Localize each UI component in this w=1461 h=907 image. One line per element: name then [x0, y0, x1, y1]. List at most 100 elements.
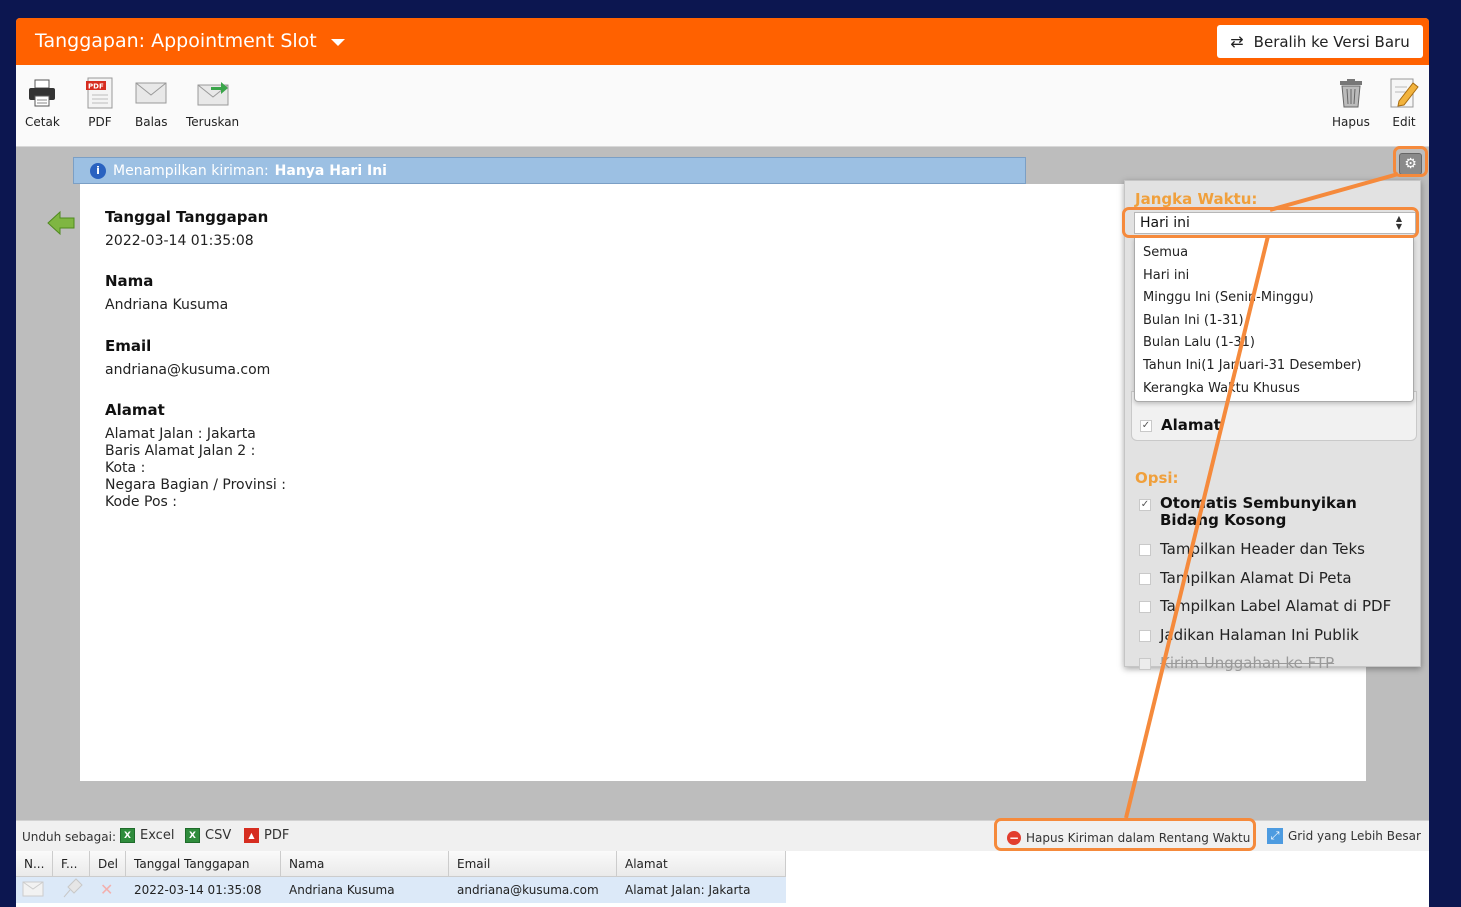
email-label: Email — [105, 337, 152, 355]
range-option-year[interactable]: Tahun Ini(1 Januari-31 Desember) — [1143, 358, 1361, 373]
option-make-public[interactable]: Jadikan Halaman Ini Publik — [1139, 626, 1359, 644]
previous-arrow-icon[interactable] — [46, 208, 76, 242]
minus-circle-icon: − — [1007, 831, 1021, 845]
option-label: Tampilkan Header dan Teks — [1160, 540, 1365, 558]
settings-gear-button[interactable]: ⚙ — [1399, 153, 1422, 175]
reply-button[interactable]: Balas — [135, 77, 168, 129]
forward-mail-icon — [197, 77, 229, 109]
range-header: Jangka Waktu: — [1135, 190, 1258, 208]
gear-icon: ⚙ — [1404, 156, 1417, 172]
flag-pin-icon[interactable] — [60, 877, 84, 903]
range-selected-value: Hari ini — [1140, 215, 1190, 231]
forward-label: Teruskan — [186, 115, 240, 129]
bigger-grid-button[interactable]: ⤢ Grid yang Lebih Besar — [1267, 828, 1421, 844]
excel-icon: X — [120, 828, 135, 843]
option-label: Kirim Unggahan ke FTP — [1160, 654, 1335, 672]
settings-panel: Jangka Waktu: Hari ini ▲ ▼ Semua Hari ini… — [1124, 180, 1421, 672]
filter-info-bar: i Menampilkan kiriman: Hanya Hari Ini — [73, 157, 1026, 184]
checkbox-checked[interactable]: ✓ — [1139, 499, 1151, 511]
range-option-week[interactable]: Minggu Ini (Senin-Minggu) — [1143, 290, 1314, 305]
name-label: Nama — [105, 272, 154, 290]
range-option-today[interactable]: Hari ini — [1143, 268, 1189, 283]
pdf-file-icon: PDF — [84, 77, 116, 109]
forward-button[interactable]: Teruskan — [186, 77, 239, 129]
swap-arrows-icon: ⇄ — [1230, 32, 1244, 51]
title-dropdown-icon[interactable] — [331, 39, 345, 46]
delete-label: Hapus — [1332, 115, 1370, 129]
info-icon: i — [90, 162, 106, 179]
csv-icon: X — [185, 828, 200, 843]
option-label: Tampilkan Alamat Di Peta — [1160, 569, 1352, 587]
name-value: Andriana Kusuma — [105, 297, 229, 313]
csv-label: CSV — [205, 828, 232, 843]
grid-header-del[interactable]: Del — [90, 851, 126, 877]
delete-range-label: Hapus Kiriman dalam Rentang Waktu — [1026, 831, 1251, 845]
grid-header-address[interactable]: Alamat — [617, 851, 786, 877]
option-pdf-address-label[interactable]: Tampilkan Label Alamat di PDF — [1139, 597, 1391, 615]
address-label: Alamat — [105, 401, 165, 419]
svg-text:PDF: PDF — [88, 83, 104, 91]
option-hide-empty[interactable]: ✓ Otomatis Sembunyikan Bidang Kosong — [1139, 495, 1409, 529]
range-select[interactable]: Hari ini ▲ ▼ — [1134, 212, 1416, 234]
range-option-month[interactable]: Bulan Ini (1-31) — [1143, 313, 1244, 328]
grid-header-date[interactable]: Tanggal Tanggapan — [126, 851, 281, 877]
options-header: Opsi: — [1135, 469, 1179, 487]
option-show-header[interactable]: Tampilkan Header dan Teks — [1139, 540, 1365, 558]
printer-icon — [26, 77, 58, 109]
read-status-icon[interactable] — [22, 877, 44, 903]
grid-header-flag[interactable]: F... — [53, 851, 90, 877]
address-line: Kota : — [105, 460, 146, 476]
checkbox[interactable] — [1139, 630, 1151, 642]
download-csv-button[interactable]: X CSV — [185, 828, 231, 843]
grid-header-row: N... F... Del Tanggal Tanggapan Nama Ema… — [16, 851, 786, 877]
checkbox-checked[interactable]: ✓ — [1140, 420, 1152, 432]
email-value: andriana@kusuma.com — [105, 362, 271, 378]
date-label: Tanggal Tanggapan — [105, 208, 269, 226]
address-line: Negara Bagian / Provinsi : — [105, 477, 286, 493]
download-excel-button[interactable]: X Excel — [120, 828, 174, 843]
range-option-custom[interactable]: Kerangka Waktu Khusus — [1143, 381, 1300, 396]
toolbar: Cetak PDF PDF Balas Teruskan Hapus Edit — [16, 65, 1429, 147]
row-name: Andriana Kusuma — [289, 883, 395, 897]
date-value: 2022-03-14 01:35:08 — [105, 233, 254, 249]
updown-arrows-icon: ▲ ▼ — [1395, 214, 1402, 231]
filter-info-prefix: Menampilkan kiriman: — [113, 162, 269, 179]
print-label: Cetak — [25, 115, 60, 129]
option-label: Otomatis Sembunyikan Bidang Kosong — [1160, 494, 1357, 529]
address-line: Kode Pos : — [105, 494, 177, 510]
range-option-all[interactable]: Semua — [1143, 245, 1188, 260]
delete-row-icon[interactable]: ✕ — [100, 877, 113, 903]
excel-label: Excel — [140, 828, 175, 843]
checkbox[interactable] — [1139, 573, 1151, 585]
checkbox[interactable] — [1139, 544, 1151, 556]
switch-version-button[interactable]: ⇄ Beralih ke Versi Baru — [1217, 25, 1423, 58]
address-line: Baris Alamat Jalan 2 : — [105, 443, 256, 459]
option-show-map[interactable]: Tampilkan Alamat Di Peta — [1139, 569, 1352, 587]
app-window: Tanggapan: Appointment Slot ⇄ Beralih ke… — [16, 18, 1429, 907]
address-line: Alamat Jalan : Jakarta — [105, 426, 256, 442]
edit-label: Edit — [1392, 115, 1416, 129]
download-bar: Unduh sebagai: X Excel X CSV ▲ PDF − Hap… — [16, 820, 1429, 851]
delete-range-button[interactable]: − Hapus Kiriman dalam Rentang Waktu — [999, 824, 1252, 852]
table-row[interactable]: ✕ 2022-03-14 01:35:08 Andriana Kusuma an… — [16, 877, 786, 903]
bigger-grid-label: Grid yang Lebih Besar — [1288, 829, 1421, 843]
print-button[interactable]: Cetak — [25, 77, 60, 129]
row-email: andriana@kusuma.com — [457, 883, 599, 897]
field-toggle-address[interactable]: ✓ Alamat — [1140, 416, 1221, 434]
grid-header-email[interactable]: Email — [449, 851, 617, 877]
page-title[interactable]: Tanggapan: Appointment Slot — [35, 30, 317, 52]
pdf-button[interactable]: PDF PDF — [84, 77, 116, 129]
grid-header-new[interactable]: N... — [16, 851, 53, 877]
pdf-icon: ▲ — [244, 828, 259, 843]
edit-button[interactable]: Edit — [1388, 77, 1420, 129]
option-label: Tampilkan Label Alamat di PDF — [1160, 597, 1392, 615]
delete-button[interactable]: Hapus — [1332, 77, 1370, 129]
checkbox[interactable] — [1139, 601, 1151, 613]
checkbox-disabled — [1139, 658, 1151, 670]
envelope-icon — [135, 77, 167, 109]
grid-header-name[interactable]: Nama — [281, 851, 449, 877]
range-option-last-month[interactable]: Bulan Lalu (1-31) — [1143, 335, 1255, 350]
download-pdf-button[interactable]: ▲ PDF — [244, 828, 289, 843]
reply-label: Balas — [135, 115, 168, 129]
address-lines: Alamat Jalan : Jakarta Baris Alamat Jala… — [105, 426, 286, 511]
